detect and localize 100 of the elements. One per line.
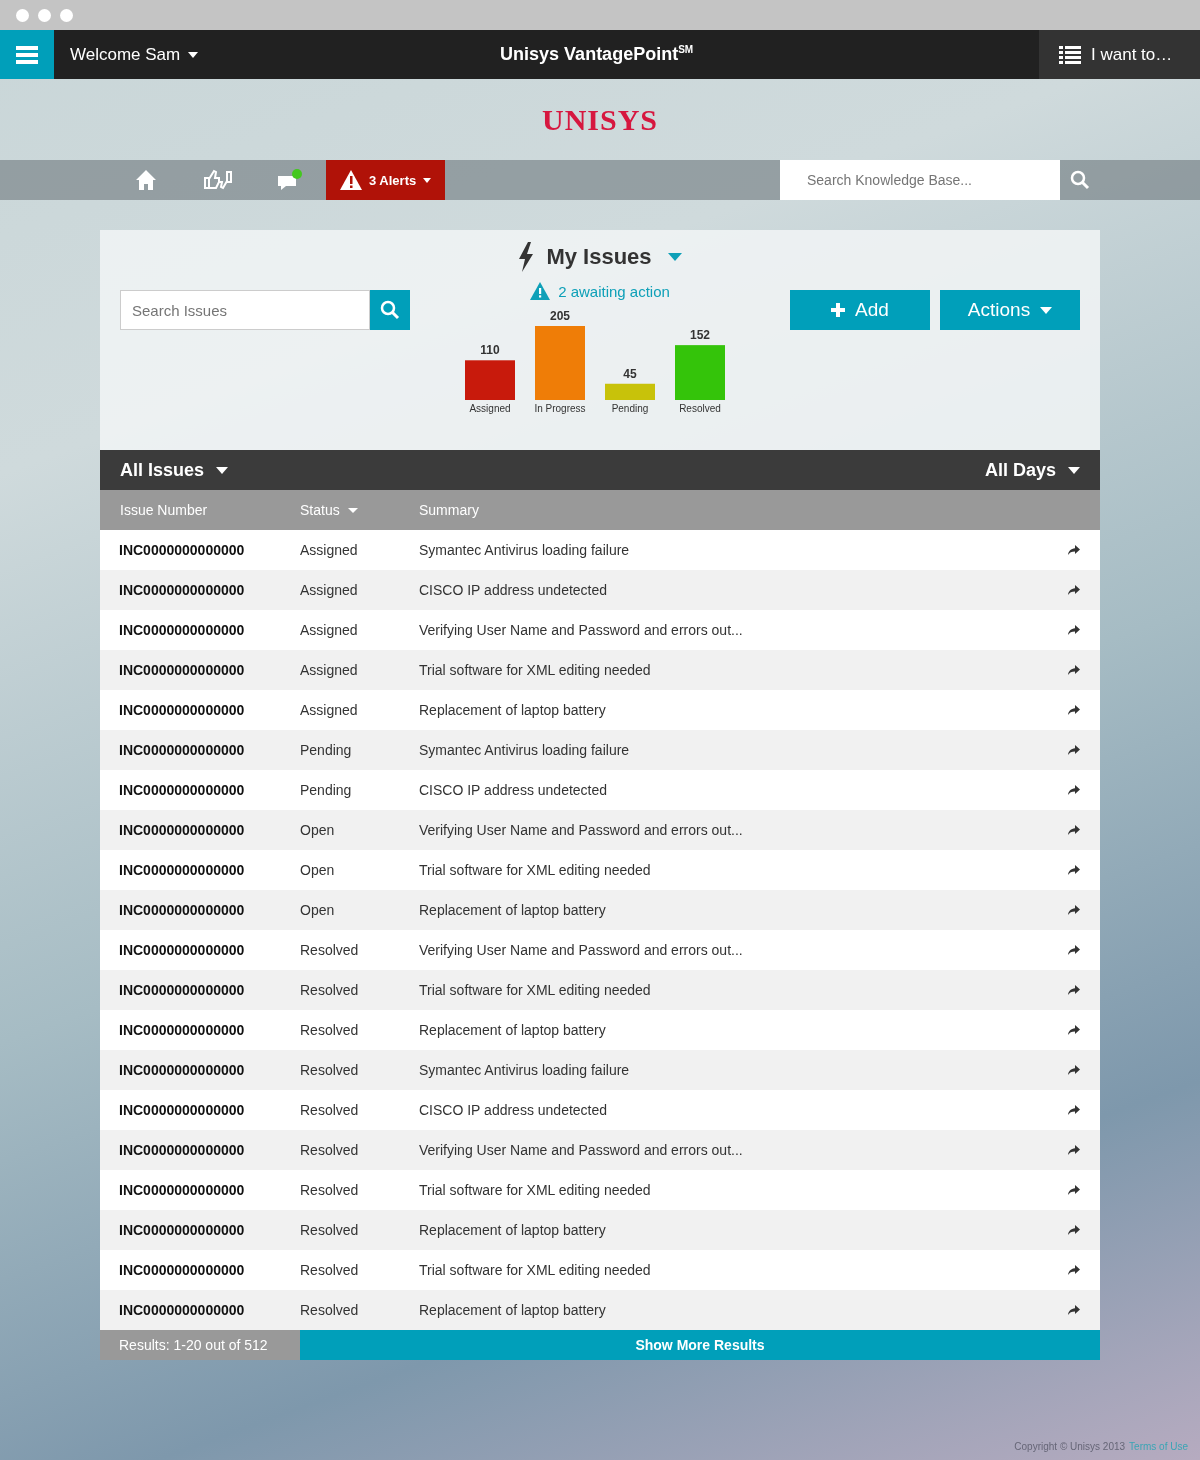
column-header: Issue Number — [120, 502, 208, 518]
issue-summary: Symantec Antivirus loading failure — [419, 742, 631, 758]
issue-number: INC0000000000000 — [118, 662, 246, 678]
lightning-icon — [518, 242, 535, 272]
menu-button[interactable] — [0, 30, 54, 79]
forward-arrow-icon[interactable] — [1068, 1305, 1080, 1315]
issue-number: INC0000000000000 — [118, 982, 246, 998]
issue-status: Resolved — [300, 1222, 360, 1238]
issue-row[interactable]: INC0000000000000 Open Trial software for XML editing needed — [100, 850, 1100, 890]
issue-number: INC0000000000000 — [118, 942, 246, 958]
caret-icon — [667, 253, 682, 261]
issue-number: INC0000000000000 — [118, 1142, 246, 1158]
issue-status: Resolved — [300, 1062, 360, 1078]
issue-number: INC0000000000000 — [118, 1222, 246, 1238]
chart-bar — [605, 383, 655, 400]
forward-arrow-icon[interactable] — [1068, 985, 1080, 995]
issue-row[interactable]: INC0000000000000 Resolved Verifying User Name and Password and errors out... — [100, 1130, 1100, 1170]
issue-row[interactable]: INC0000000000000 Pending Symantec Antivirus loading failure — [100, 730, 1100, 770]
issue-status: Resolved — [300, 1302, 360, 1318]
view-selector[interactable]: My Issues — [546, 244, 682, 270]
bar-label: Pending — [611, 403, 649, 414]
knowledge-search-field[interactable]: Search Knowledge Base... — [780, 160, 1060, 200]
issue-row[interactable]: INC0000000000000 Resolved Trial software for XML editing needed — [100, 970, 1100, 1010]
home-icon — [135, 169, 157, 191]
forward-arrow-icon[interactable] — [1068, 625, 1080, 635]
issue-row[interactable]: INC0000000000000 Assigned Symantec Antivirus loading failure — [100, 530, 1100, 570]
issue-row[interactable]: INC0000000000000 Pending CISCO IP address undetected — [100, 770, 1100, 810]
issue-summary: CISCO IP address undetected — [419, 1102, 609, 1118]
window-dot-icon — [60, 8, 73, 22]
forward-arrow-icon[interactable] — [1068, 585, 1080, 595]
app-title: Unisys VantagePoint$^{SM}$ — [499, 44, 695, 65]
caret-icon — [216, 466, 229, 474]
issue-number: INC0000000000000 — [118, 902, 246, 918]
issue-row[interactable]: INC0000000000000 Resolved Replacement of laptop battery — [100, 1210, 1100, 1250]
forward-arrow-icon[interactable] — [1068, 945, 1080, 955]
issue-row[interactable]: INC0000000000000 Assigned CISCO IP address undetected — [100, 570, 1100, 610]
chat-icon — [277, 169, 303, 191]
search-button[interactable] — [370, 290, 410, 330]
forward-arrow-icon[interactable] — [1068, 1105, 1080, 1115]
forward-arrow-icon[interactable] — [1068, 1265, 1080, 1275]
forward-arrow-icon[interactable] — [1068, 665, 1080, 675]
search-icon — [380, 300, 400, 320]
copyright-text: Copyright © Unisys 2013 — [1014, 1441, 1126, 1452]
bar-value: 152 — [690, 328, 710, 343]
forward-arrow-icon[interactable] — [1068, 785, 1080, 795]
plus-icon — [831, 303, 846, 317]
issue-row[interactable]: INC0000000000000 Assigned Trial software for XML editing needed — [100, 650, 1100, 690]
forward-arrow-icon[interactable] — [1068, 1025, 1080, 1035]
issue-row[interactable]: INC0000000000000 Assigned Replacement of laptop battery — [100, 690, 1100, 730]
issue-status: Pending — [300, 782, 353, 798]
issue-row[interactable]: INC0000000000000 Resolved Trial software for XML editing needed — [100, 1250, 1100, 1290]
issue-row[interactable]: INC0000000000000 Resolved Trial software for XML editing needed — [100, 1170, 1100, 1210]
issue-number: INC0000000000000 — [118, 582, 246, 598]
chart-bar — [675, 345, 725, 400]
forward-arrow-icon[interactable] — [1068, 1225, 1080, 1235]
forward-arrow-icon[interactable] — [1068, 1065, 1080, 1075]
company-logo: UNISYS — [541, 102, 658, 137]
list-icon — [1059, 45, 1081, 64]
date-range-dropdown[interactable]: All Days — [964, 450, 1100, 490]
user-menu[interactable]: Welcome Sam — [54, 30, 215, 79]
forward-arrow-icon[interactable] — [1068, 745, 1080, 755]
alerts-button[interactable]: 3 Alerts — [326, 160, 446, 200]
issue-summary: Verifying User Name and Password and errors out... — [419, 942, 744, 958]
forward-arrow-icon[interactable] — [1068, 905, 1080, 915]
issue-summary: Replacement of laptop battery — [419, 1222, 607, 1238]
issue-row[interactable]: INC0000000000000 Open Replacement of laptop battery — [100, 890, 1100, 930]
issue-search-field[interactable]: Search Issues — [120, 290, 370, 330]
issue-status: Resolved — [300, 1142, 360, 1158]
search-icon — [1070, 170, 1090, 190]
issue-row[interactable]: INC0000000000000 Resolved Replacement of laptop battery — [100, 1010, 1100, 1050]
issue-row[interactable]: INC0000000000000 Resolved Replacement of laptop battery — [100, 1290, 1100, 1330]
forward-arrow-icon[interactable] — [1068, 1145, 1080, 1155]
issue-summary: Trial software for XML editing needed — [419, 1182, 652, 1198]
column-header: Summary — [419, 502, 479, 518]
issue-summary: Replacement of laptop battery — [419, 1022, 607, 1038]
issue-row[interactable]: INC0000000000000 Resolved Symantec Antivirus loading failure — [100, 1050, 1100, 1090]
forward-arrow-icon[interactable] — [1068, 825, 1080, 835]
bar-label: Assigned — [469, 403, 511, 414]
bar-value: 110 — [480, 343, 500, 358]
issue-summary: Trial software for XML editing needed — [419, 982, 652, 998]
issue-row[interactable]: INC0000000000000 Assigned Verifying User Name and Password and errors out... — [100, 610, 1100, 650]
issue-status: Open — [300, 822, 336, 838]
issue-row[interactable]: INC0000000000000 Resolved Verifying User Name and Password and errors out... — [100, 930, 1100, 970]
i-want-to-menu[interactable]: I want to… — [1039, 30, 1200, 79]
issue-number: INC0000000000000 — [118, 542, 246, 558]
forward-arrow-icon[interactable] — [1068, 1185, 1080, 1195]
forward-arrow-icon[interactable] — [1068, 705, 1080, 715]
forward-arrow-icon[interactable] — [1068, 865, 1080, 875]
warning-icon — [340, 170, 362, 190]
issue-number: INC0000000000000 — [118, 782, 246, 798]
issue-row[interactable]: INC0000000000000 Resolved CISCO IP address undetected — [100, 1090, 1100, 1130]
issue-row[interactable]: INC0000000000000 Open Verifying User Name and Password and errors out... — [100, 810, 1100, 850]
issue-number: INC0000000000000 — [118, 622, 246, 638]
window-dot-icon — [16, 8, 29, 22]
menu-icon — [16, 45, 38, 64]
issue-filter-dropdown[interactable]: All Issues — [100, 450, 249, 490]
issue-number: INC0000000000000 — [118, 1302, 246, 1318]
issue-status: Resolved — [300, 1102, 360, 1118]
forward-arrow-icon[interactable] — [1068, 545, 1080, 555]
issue-status: Resolved — [300, 942, 360, 958]
